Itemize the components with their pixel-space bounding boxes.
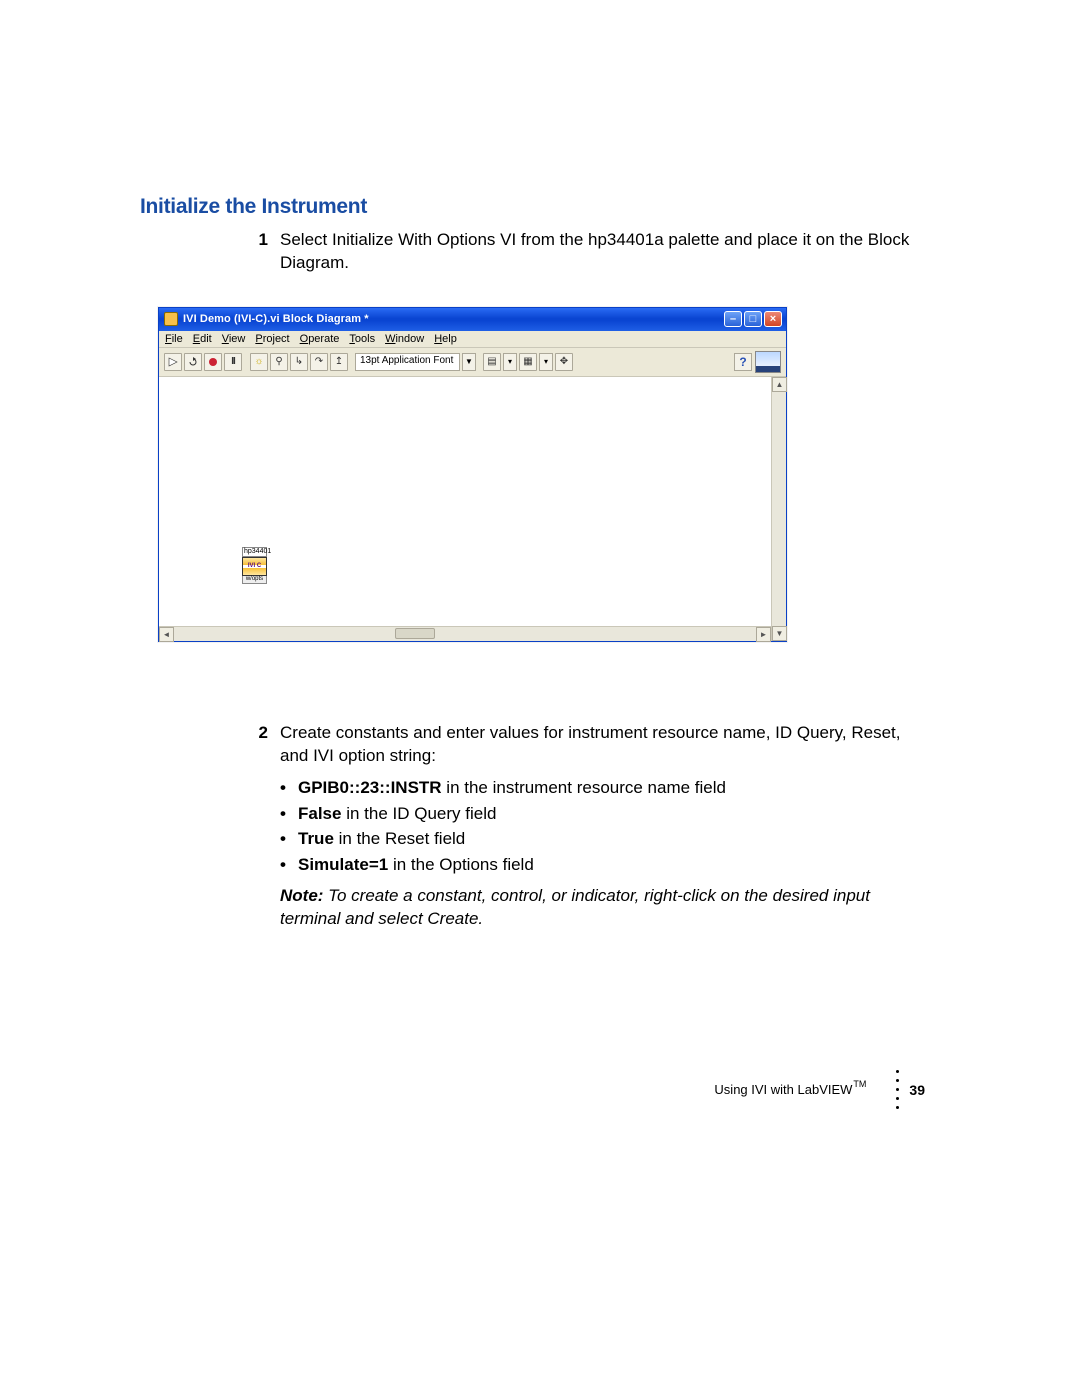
abort-button[interactable]	[204, 353, 222, 371]
node-label-bottom: w/opts	[242, 576, 267, 584]
menu-bar[interactable]: File Edit View Project Operate Tools Win…	[159, 331, 786, 348]
note-text: To create a constant, control, or indica…	[280, 886, 870, 928]
retain-wire-button[interactable]: ⚲	[270, 353, 288, 371]
footer-dots-icon	[896, 1070, 899, 1109]
scroll-up-icon[interactable]: ▲	[772, 377, 787, 392]
step-2-note: Note: To create a constant, control, or …	[280, 885, 925, 931]
highlight-execution-button[interactable]: ☼	[250, 353, 268, 371]
menu-view[interactable]: View	[222, 333, 246, 345]
step-2-body: Create constants and enter values for in…	[280, 722, 925, 931]
menu-file[interactable]: File	[165, 333, 183, 345]
scroll-left-icon[interactable]: ◄	[159, 627, 174, 642]
step-2: 2 Create constants and enter values for …	[242, 722, 925, 931]
align-dropdown-icon[interactable]: ▾	[503, 353, 517, 371]
note-label: Note:	[280, 886, 323, 905]
bullet-item: Simulate=1 in the Options field	[280, 853, 925, 877]
menu-tools[interactable]: Tools	[349, 333, 375, 345]
align-button[interactable]: ▤	[483, 353, 501, 371]
close-button[interactable]: ×	[764, 311, 782, 327]
toolbar: II ☼ ⚲ ↳ ↷ ↥ 13pt Application Font ▼ ▤ ▾…	[159, 348, 786, 377]
menu-operate[interactable]: Operate	[300, 333, 340, 345]
app-icon	[164, 312, 178, 326]
step-1-number: 1	[242, 229, 268, 275]
node-label-top: hp34401	[242, 547, 267, 557]
distribute-button[interactable]: ▦	[519, 353, 537, 371]
step-1-text: Select Initialize With Options VI from t…	[280, 229, 925, 275]
vertical-scrollbar[interactable]: ▲ ▼	[771, 377, 786, 641]
page-number: 39	[909, 1082, 925, 1098]
step-out-button[interactable]: ↥	[330, 353, 348, 371]
scroll-right-icon[interactable]: ►	[756, 627, 771, 642]
page-footer: Using IVI with LabVIEW TM 39	[714, 1070, 925, 1109]
maximize-button[interactable]: □	[744, 311, 762, 327]
run-button[interactable]	[164, 353, 182, 371]
window-title: IVI Demo (IVI-C).vi Block Diagram *	[183, 313, 369, 325]
step-1: 1 Select Initialize With Options VI from…	[242, 229, 925, 275]
step-into-button[interactable]: ↳	[290, 353, 308, 371]
footer-text: Using IVI with LabVIEW	[714, 1082, 852, 1097]
font-dropdown-icon[interactable]: ▼	[462, 353, 476, 371]
menu-edit[interactable]: Edit	[193, 333, 212, 345]
vi-icon[interactable]	[755, 351, 781, 373]
step-2-bullet-list: GPIB0::23::INSTR in the instrument resou…	[280, 776, 925, 877]
initialize-with-options-vi-node[interactable]: hp34401 IVI C w/opts	[242, 547, 267, 584]
trademark-symbol: TM	[853, 1079, 866, 1089]
menu-project[interactable]: Project	[255, 333, 289, 345]
horizontal-scrollbar[interactable]: ◄ ►	[159, 626, 771, 641]
distribute-dropdown-icon[interactable]: ▾	[539, 353, 553, 371]
block-diagram-canvas[interactable]: hp34401 IVI C w/opts ▲ ▼ ◄ ►	[159, 377, 786, 641]
run-continuous-button[interactable]	[184, 353, 202, 371]
window-titlebar[interactable]: IVI Demo (IVI-C).vi Block Diagram * – □ …	[159, 308, 786, 331]
scroll-thumb[interactable]	[395, 628, 435, 639]
pause-button[interactable]: II	[224, 353, 242, 371]
minimize-button[interactable]: –	[724, 311, 742, 327]
step-2-intro: Create constants and enter values for in…	[280, 723, 900, 765]
section-heading: Initialize the Instrument	[140, 195, 925, 219]
bullet-item: True in the Reset field	[280, 827, 925, 851]
bullet-item: GPIB0::23::INSTR in the instrument resou…	[280, 776, 925, 800]
reorder-button[interactable]: ✥	[555, 353, 573, 371]
context-help-button[interactable]: ?	[734, 353, 752, 371]
embedded-screenshot: IVI Demo (IVI-C).vi Block Diagram * – □ …	[158, 307, 925, 642]
menu-window[interactable]: Window	[385, 333, 424, 345]
font-selector[interactable]: 13pt Application Font	[355, 353, 460, 371]
menu-help[interactable]: Help	[434, 333, 457, 345]
step-over-button[interactable]: ↷	[310, 353, 328, 371]
node-body-icon: IVI C	[242, 557, 267, 576]
scroll-down-icon[interactable]: ▼	[772, 626, 787, 641]
step-2-number: 2	[242, 722, 268, 931]
bullet-item: False in the ID Query field	[280, 802, 925, 826]
